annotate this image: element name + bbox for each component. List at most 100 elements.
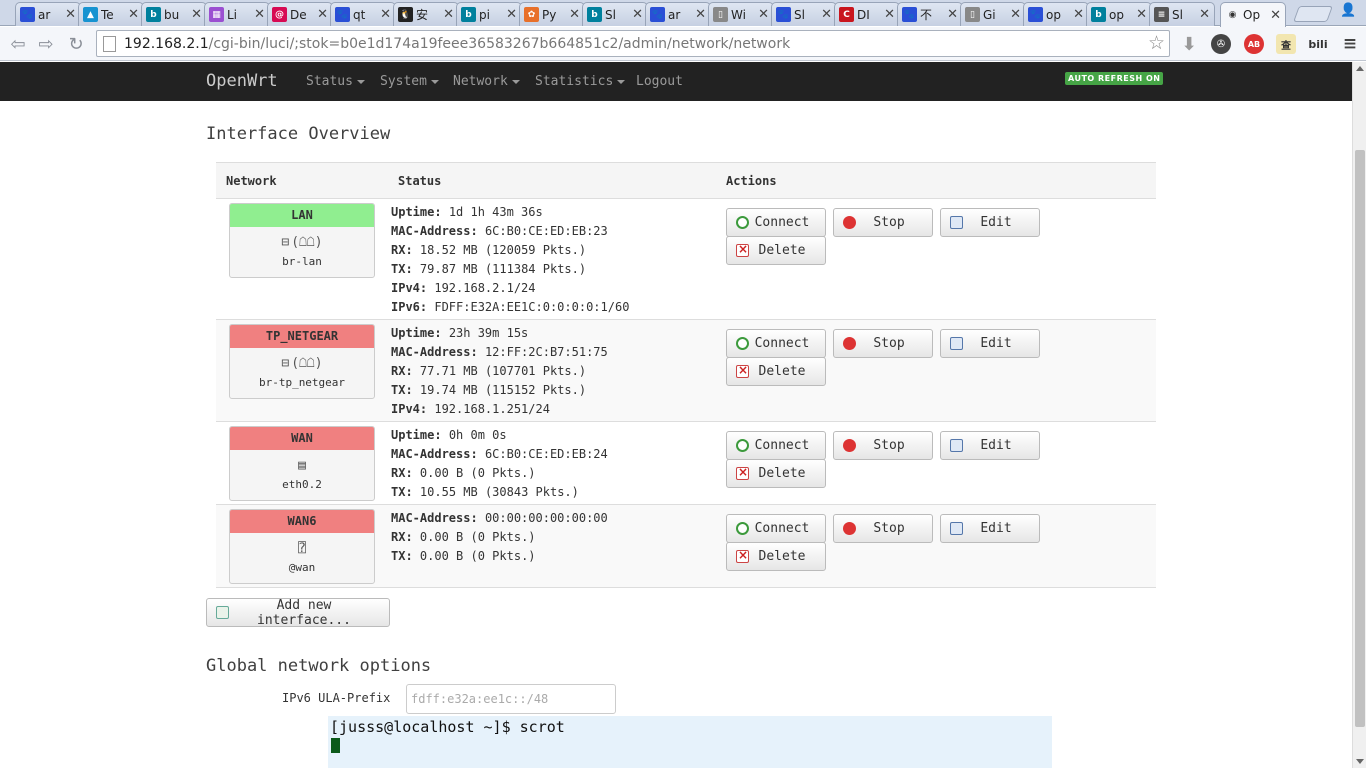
status-value: FDFF:E32A:EE1C:0:0:0:0:1/60 <box>434 300 630 314</box>
close-icon[interactable]: ✕ <box>254 7 265 22</box>
delete-button[interactable]: Delete <box>726 357 826 386</box>
bilibili-icon[interactable]: bili <box>1308 34 1328 54</box>
close-icon[interactable]: ✕ <box>317 7 328 22</box>
close-icon[interactable]: ✕ <box>443 7 454 22</box>
caret-down-icon <box>430 79 439 84</box>
browser-tab[interactable]: 🐾 ar ✕ <box>645 2 711 26</box>
new-tab-button[interactable] <box>1293 6 1333 22</box>
terminal-window[interactable]: [jusss@localhost ~]$ scrot <box>328 716 1052 768</box>
stop-button[interactable]: Stop <box>833 208 933 237</box>
brand-logo[interactable]: OpenWrt <box>206 71 278 91</box>
edit-button[interactable]: Edit <box>940 208 1040 237</box>
browser-tab[interactable]: ▦ Li ✕ <box>204 2 270 26</box>
close-icon[interactable]: ✕ <box>569 7 580 22</box>
menu-system[interactable]: System <box>380 74 439 89</box>
status-key: Uptime: <box>391 205 442 219</box>
stop-button[interactable]: Stop <box>833 431 933 460</box>
interface-name: WAN <box>230 427 374 450</box>
close-icon[interactable]: ✕ <box>947 7 958 22</box>
browser-tab[interactable]: 🐾 op ✕ <box>1023 2 1089 26</box>
browser-tab[interactable]: ◉ Op ✕ <box>1220 2 1286 27</box>
caret-down-icon <box>511 79 520 84</box>
browser-tab[interactable]: @ De ✕ <box>267 2 333 26</box>
browser-tab[interactable]: b Sl ✕ <box>582 2 648 26</box>
browser-tab[interactable]: C DI ✕ <box>834 2 900 26</box>
browser-tab[interactable]: ✿ Py ✕ <box>519 2 585 26</box>
profile-icon[interactable]: 👤 <box>1340 3 1356 18</box>
close-icon[interactable]: ✕ <box>191 7 202 22</box>
browser-tab[interactable]: b op ✕ <box>1086 2 1152 26</box>
close-icon[interactable]: ✕ <box>1136 7 1147 22</box>
auto-refresh-badge[interactable]: AUTO REFRESH ON <box>1065 72 1164 85</box>
close-icon[interactable]: ✕ <box>1073 7 1084 22</box>
browser-tab[interactable]: 🐧 安 ✕ <box>393 2 459 26</box>
close-icon[interactable]: ✕ <box>884 7 895 22</box>
close-icon[interactable]: ✕ <box>1199 7 1210 22</box>
forward-icon[interactable]: ⇨ <box>34 32 58 56</box>
page-scrollbar[interactable] <box>1352 62 1366 768</box>
close-icon[interactable]: ✕ <box>506 7 517 22</box>
stop-button[interactable]: Stop <box>833 514 933 543</box>
browser-tab[interactable]: 🐾 不 ✕ <box>897 2 963 26</box>
close-icon[interactable]: ✕ <box>821 7 832 22</box>
close-icon[interactable]: ✕ <box>128 7 139 22</box>
adblock-icon[interactable]: AB <box>1244 34 1264 54</box>
close-icon[interactable]: ✕ <box>695 7 706 22</box>
interface-name: WAN6 <box>230 510 374 533</box>
browser-tab[interactable]: ▯ Gi ✕ <box>960 2 1026 26</box>
browser-tab[interactable]: ▯ Wi ✕ <box>708 2 774 26</box>
status-key: TX: <box>391 383 413 397</box>
menu-logout[interactable]: Logout <box>636 74 683 89</box>
close-icon[interactable]: ✕ <box>632 7 643 22</box>
close-icon[interactable]: ✕ <box>758 7 769 22</box>
close-icon[interactable]: ✕ <box>380 7 391 22</box>
edit-button[interactable]: Edit <box>940 431 1040 460</box>
delete-button[interactable]: Delete <box>726 236 826 265</box>
url-text[interactable]: 192.168.2.1/cgi-bin/luci/;stok=b0e1d174a… <box>124 36 790 52</box>
browser-tab[interactable]: b pi ✕ <box>456 2 522 26</box>
menu-network[interactable]: Network <box>453 74 520 89</box>
dictionary-icon[interactable]: 查 <box>1276 34 1296 54</box>
menu-icon[interactable]: ≡ <box>1340 34 1360 54</box>
browser-tab[interactable]: ≡ Sl ✕ <box>1149 2 1215 26</box>
ula-prefix-input[interactable] <box>406 684 616 714</box>
status-value: 19.74 MB (115152 Pkts.) <box>419 383 587 397</box>
browser-tab[interactable]: 🐾 Sl ✕ <box>771 2 837 26</box>
tab-title: De <box>290 7 307 22</box>
browser-tab[interactable]: ▲ Te ✕ <box>78 2 144 26</box>
connect-button[interactable]: Connect <box>726 431 826 460</box>
stop-icon <box>843 337 856 350</box>
back-icon[interactable]: ⇦ <box>6 32 30 56</box>
menu-statistics[interactable]: Statistics <box>535 74 626 89</box>
browser-tab[interactable]: b bu ✕ <box>141 2 207 26</box>
download-arrow-icon[interactable]: ⬇ <box>1179 34 1199 55</box>
connect-button[interactable]: Connect <box>726 208 826 237</box>
delete-button[interactable]: Delete <box>726 459 826 488</box>
edit-button[interactable]: Edit <box>940 514 1040 543</box>
status-line: Uptime: 1d 1h 43m 36s <box>391 203 629 222</box>
add-interface-button[interactable]: Add new interface... <box>206 598 390 628</box>
browser-tab[interactable]: 🐾 ar ✕ <box>15 2 81 26</box>
reload-icon[interactable]: ↻ <box>64 32 88 56</box>
browser-tab[interactable]: 🐾 qt ✕ <box>330 2 396 26</box>
scroll-thumb[interactable] <box>1355 150 1365 727</box>
close-icon[interactable]: ✕ <box>1010 7 1021 22</box>
penguin-icon: 🐧 <box>398 7 413 22</box>
interface-device: @wan <box>288 561 316 574</box>
connect-button[interactable]: Connect <box>726 329 826 358</box>
status-line: TX: 79.87 MB (111384 Pkts.) <box>391 260 629 279</box>
delete-button[interactable]: Delete <box>726 542 826 571</box>
stop-icon <box>843 216 856 229</box>
table-row: WAN6 ⍰ @wan MAC-Address: 00:00:00:00:00:00 R… <box>216 505 1156 588</box>
film-reel-icon[interactable]: ✇ <box>1211 34 1231 54</box>
menu-status[interactable]: Status <box>306 74 365 89</box>
bookmark-star-icon[interactable]: ☆ <box>1148 32 1165 54</box>
stop-button[interactable]: Stop <box>833 329 933 358</box>
address-bar[interactable]: 192.168.2.1/cgi-bin/luci/;stok=b0e1d174a… <box>96 30 1170 57</box>
edit-button[interactable]: Edit <box>940 329 1040 358</box>
close-icon[interactable]: ✕ <box>1270 8 1281 23</box>
scroll-down-icon[interactable] <box>1356 759 1364 764</box>
close-icon[interactable]: ✕ <box>65 7 76 22</box>
connect-button[interactable]: Connect <box>726 514 826 543</box>
scroll-up-icon[interactable] <box>1356 66 1364 71</box>
